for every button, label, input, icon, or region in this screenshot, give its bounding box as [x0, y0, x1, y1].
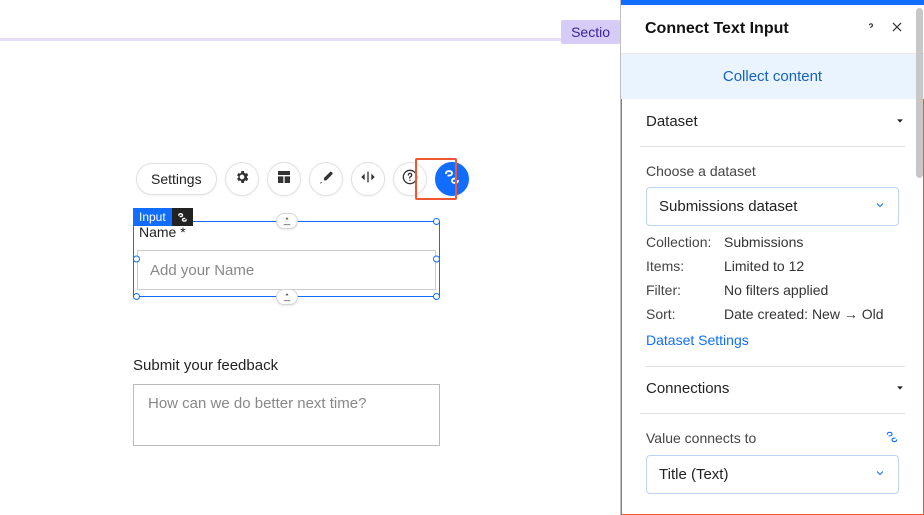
- connections-section-title: Connections: [646, 380, 729, 397]
- connections-section-body: Value connects to Title (Text): [622, 414, 923, 502]
- layout-button[interactable]: [267, 162, 301, 196]
- panel-scrollbar-thumb[interactable]: [916, 8, 923, 178]
- chevron-down-icon: [874, 466, 886, 483]
- question-icon: [864, 20, 878, 39]
- settings-button[interactable]: Settings: [136, 163, 217, 195]
- value-field-dropdown-value: Title (Text): [659, 466, 728, 483]
- value-field-dropdown[interactable]: Title (Text): [646, 455, 899, 494]
- panel-help-button[interactable]: [858, 16, 884, 42]
- dataset-filter-row: Filter: No filters applied: [646, 282, 899, 298]
- connect-panel: Connect Text Input Collect content Datas…: [620, 0, 924, 515]
- gear-icon: [234, 169, 250, 190]
- dataset-collection-row: Collection: Submissions: [646, 234, 899, 250]
- swap-connection-button[interactable]: [885, 430, 899, 447]
- name-field-input[interactable]: Add your Name: [137, 250, 436, 290]
- connect-data-button[interactable]: [435, 162, 469, 196]
- close-icon: [890, 20, 904, 39]
- element-badge-label: Input: [133, 208, 172, 226]
- name-input-element[interactable]: Name * Add your Name: [133, 221, 440, 297]
- dataset-section-header[interactable]: Dataset: [622, 99, 923, 142]
- connect-data-badge-icon: [172, 208, 193, 226]
- stretch-handle-bottom[interactable]: [276, 289, 298, 305]
- feedback-field-label: Submit your feedback: [133, 357, 278, 374]
- panel-header: Connect Text Input: [621, 5, 924, 54]
- panel-close-button[interactable]: [884, 16, 910, 42]
- brush-icon: [318, 169, 334, 190]
- dataset-section-title: Dataset: [646, 113, 698, 130]
- dataset-items-row: Items: Limited to 12: [646, 258, 899, 274]
- section-divider: [0, 38, 620, 41]
- question-icon: [402, 169, 418, 190]
- design-button[interactable]: [225, 162, 259, 196]
- sort-key: Sort:: [646, 306, 724, 322]
- panel-title: Connect Text Input: [645, 20, 858, 38]
- element-badge: Input: [133, 208, 193, 226]
- sort-value: Date created: New → Old: [724, 306, 899, 322]
- collection-value: Submissions: [724, 234, 899, 250]
- value-connects-text: Value connects to: [646, 430, 756, 447]
- dataset-dropdown[interactable]: Submissions dataset: [646, 187, 899, 226]
- connections-section-header[interactable]: Connections: [622, 366, 923, 409]
- filter-value: No filters applied: [724, 282, 899, 298]
- dataset-dropdown-value: Submissions dataset: [659, 198, 797, 215]
- stretch-button[interactable]: [351, 162, 385, 196]
- editor-canvas: Sectio Settings: [0, 0, 620, 515]
- items-value: Limited to 12: [724, 258, 899, 274]
- stretch-icon: [360, 169, 376, 190]
- chevron-down-icon: [895, 113, 905, 130]
- collection-key: Collection:: [646, 234, 724, 250]
- connect-data-icon: [443, 168, 461, 191]
- feedback-field-input[interactable]: How can we do better next time?: [133, 384, 440, 446]
- chevron-down-icon: [895, 380, 905, 397]
- section-tag[interactable]: Sectio: [561, 20, 620, 44]
- dataset-section-body: Choose a dataset Submissions dataset Col…: [622, 147, 923, 356]
- animation-button[interactable]: [309, 162, 343, 196]
- element-toolbar: Settings: [136, 162, 469, 200]
- panel-body: Dataset Choose a dataset Submissions dat…: [621, 99, 924, 515]
- swap-icon: [885, 431, 899, 447]
- collect-content-banner[interactable]: Collect content: [621, 54, 924, 99]
- help-button[interactable]: [393, 162, 427, 196]
- value-connects-label: Value connects to: [646, 430, 899, 447]
- choose-dataset-label: Choose a dataset: [646, 163, 899, 179]
- layout-icon: [276, 169, 292, 190]
- dataset-sort-row: Sort: Date created: New → Old: [646, 306, 899, 322]
- filter-key: Filter:: [646, 282, 724, 298]
- items-key: Items:: [646, 258, 724, 274]
- dataset-settings-link[interactable]: Dataset Settings: [646, 332, 899, 348]
- chevron-down-icon: [874, 198, 886, 215]
- panel-scrollbar[interactable]: [916, 6, 923, 515]
